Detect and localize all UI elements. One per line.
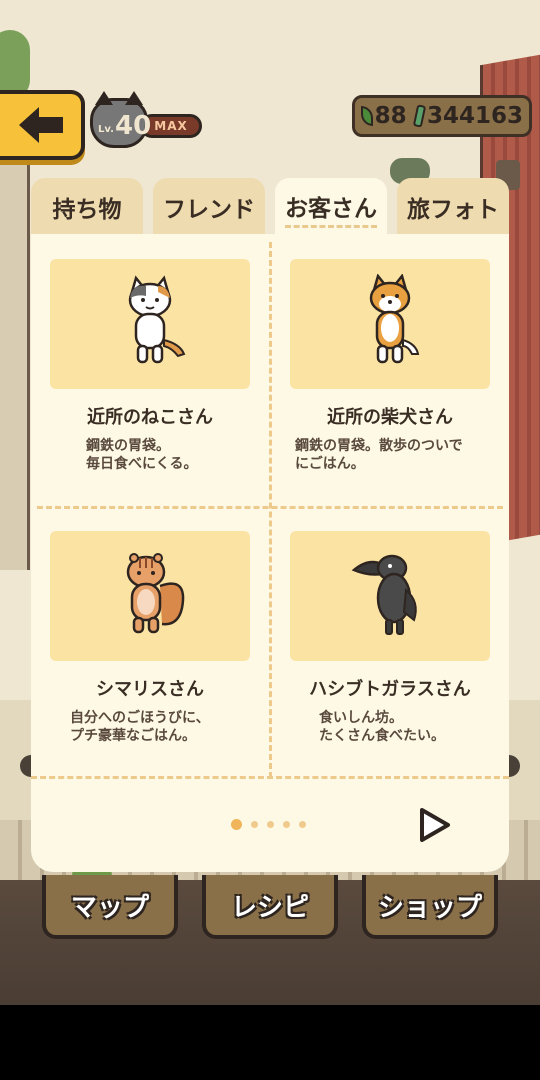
- tab-label: お客さん: [285, 189, 377, 228]
- page-dot: [283, 821, 290, 828]
- money-icon: [412, 104, 427, 128]
- cat-head-icon: Lv. 40: [90, 91, 152, 148]
- customer-card[interactable]: 近所のねこさん 鋼鉄の胃袋。 毎日食べにくる。: [45, 259, 255, 473]
- tab-label: 旅フォト: [407, 197, 499, 223]
- customer-portrait: [50, 531, 250, 661]
- calico-cat-icon: [128, 275, 186, 364]
- leaf-icon: [361, 106, 373, 126]
- next-page-button[interactable]: [415, 804, 455, 846]
- level-badge: MAX Lv. 40: [90, 91, 202, 148]
- chipmunk-icon: [126, 553, 185, 634]
- customer-name: シマリスさん: [96, 679, 204, 700]
- divider: [269, 242, 272, 778]
- customer-card[interactable]: 近所の柴犬さん 鋼鉄の胃袋。散歩のついで にごはん。: [285, 259, 495, 473]
- tab-belongings[interactable]: 持ち物: [31, 178, 143, 236]
- tab-friends[interactable]: フレンド: [153, 178, 265, 236]
- leaf-count: 88: [374, 103, 407, 129]
- page-dot: [299, 821, 306, 828]
- customer-name: 近所の柴犬さん: [327, 407, 453, 428]
- tab-label: フレンド: [163, 197, 255, 223]
- shop-button-label: ショップ: [377, 892, 482, 923]
- tab-label: 持ち物: [52, 197, 122, 223]
- play-arrow-icon: [420, 808, 450, 842]
- divider: [31, 776, 509, 779]
- building-decoration: [0, 150, 30, 570]
- map-button-label: マップ: [70, 892, 149, 923]
- customers-panel: 近所のねこさん 鋼鉄の胃袋。 毎日食べにくる。 近所の柴犬さん 鋼鉄の胃袋。散歩…: [31, 234, 509, 872]
- customer-name: ハシブトガラスさん: [309, 679, 471, 700]
- customer-description: 鋼鉄の胃袋。散歩のついで にごはん。: [295, 438, 463, 472]
- crow-icon: [351, 554, 417, 635]
- arrow-left-icon: [18, 107, 63, 143]
- customer-portrait: [50, 259, 250, 389]
- level-number: 40: [115, 111, 152, 141]
- recipe-button[interactable]: レシピ: [202, 875, 338, 939]
- page-indicator: [231, 819, 306, 830]
- level-max-label: MAX: [154, 119, 188, 133]
- money-count: 344163: [426, 103, 523, 129]
- customer-name: 近所のねこさん: [87, 407, 213, 428]
- system-bar: [0, 1005, 540, 1080]
- page-dot-active: [231, 819, 242, 830]
- divider: [37, 506, 503, 509]
- map-button[interactable]: マップ: [42, 875, 178, 939]
- currency-display: 88 344163: [352, 95, 532, 137]
- level-prefix: Lv.: [98, 124, 114, 135]
- customer-description: 鋼鉄の胃袋。 毎日食べにくる。: [86, 438, 198, 472]
- customer-description: 食いしん坊。 たくさん食べたい。: [319, 710, 445, 744]
- page-dot: [251, 821, 258, 828]
- shop-button[interactable]: ショップ: [362, 875, 498, 939]
- customer-card[interactable]: シマリスさん 自分へのごほうびに、 プチ豪華なごはん。: [45, 531, 255, 745]
- tab-travel-photos[interactable]: 旅フォト: [397, 178, 509, 236]
- customer-portrait: [290, 259, 490, 389]
- back-button[interactable]: [0, 90, 85, 160]
- tab-customers[interactable]: お客さん: [275, 178, 387, 238]
- recipe-button-label: レシピ: [230, 892, 309, 923]
- page-dot: [267, 821, 274, 828]
- customer-description: 自分へのごほうびに、 プチ豪華なごはん。: [70, 710, 210, 744]
- shiba-dog-icon: [369, 274, 420, 364]
- customer-portrait: [290, 531, 490, 661]
- customer-card[interactable]: ハシブトガラスさん 食いしん坊。 たくさん食べたい。: [285, 531, 495, 745]
